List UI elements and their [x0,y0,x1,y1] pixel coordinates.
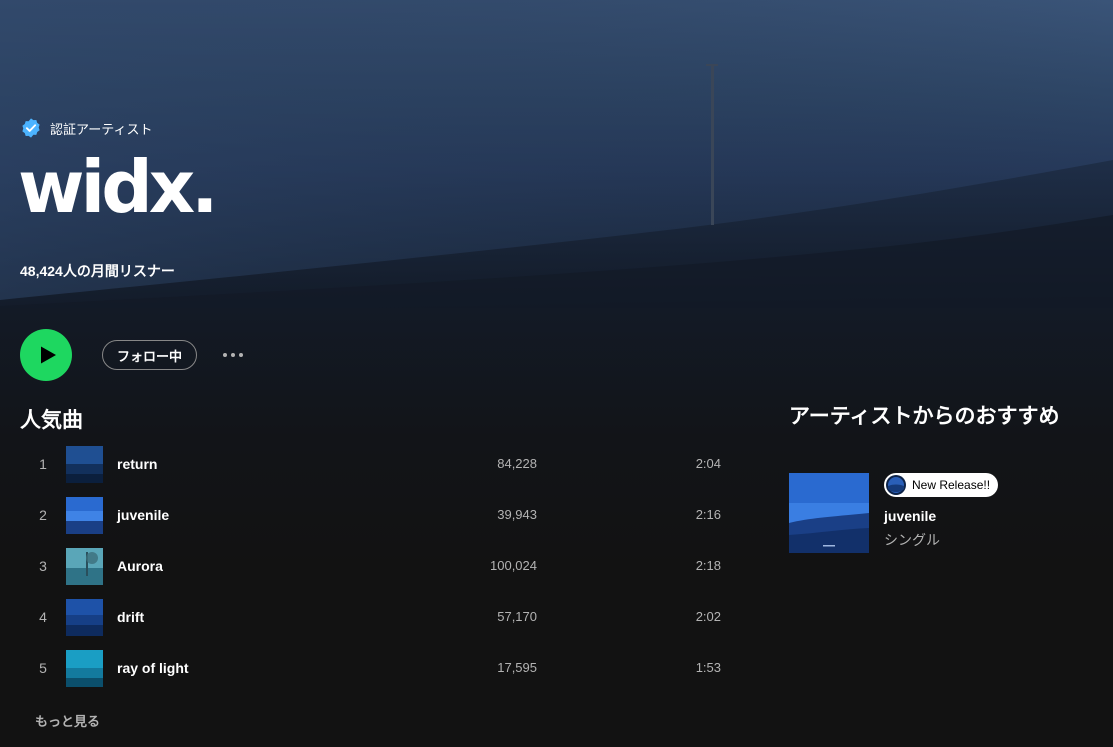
more-dot-icon [231,353,236,357]
more-options-button[interactable] [221,347,245,363]
follow-button[interactable]: フォロー中 [102,340,198,370]
play-icon [40,346,56,364]
see-more-link[interactable]: もっと見る [35,711,100,730]
artist-pick-card[interactable]: New Release!! juvenile シングル [789,473,1089,555]
new-release-badge: New Release!! [884,473,999,497]
action-bar: フォロー中 [20,329,245,381]
artist-avatar-icon [886,475,906,495]
artist-pick-type: シングル [884,532,940,548]
track-duration: 2:04 [695,456,721,471]
track-number: 3 [39,557,47,574]
track-play-count: 39,943 [497,507,537,522]
track-title[interactable]: juvenile [117,507,169,523]
track-title[interactable]: return [117,456,157,472]
track-cover [66,446,103,483]
monthly-listeners: 48,424人の月間リスナー [20,263,175,279]
track-play-count: 17,595 [497,660,537,675]
track-play-count: 100,024 [490,558,537,573]
track-play-count: 84,228 [497,456,537,471]
track-duration: 2:18 [695,558,721,573]
track-number: 2 [39,506,47,523]
more-dot-icon [223,353,228,357]
popular-tracks-list: 1 return 84,228 2:04 2 juvenile 39,943 2… [20,438,740,693]
artist-pick-cover [789,473,869,553]
track-duration: 2:16 [695,507,721,522]
artist-pick-title: アーティストからのおすすめ [789,405,1060,428]
track-number: 5 [39,659,47,676]
track-row[interactable]: 3 Aurora 100,024 2:18 [20,540,740,591]
track-play-count: 57,170 [497,609,537,624]
track-cover [66,650,103,687]
play-button[interactable] [20,329,72,381]
artist-pick-name[interactable]: juvenile [884,508,936,524]
track-title[interactable]: Aurora [117,558,163,574]
track-duration: 2:02 [695,609,721,624]
track-row[interactable]: 1 return 84,228 2:04 [20,438,740,489]
new-release-label: New Release!! [912,478,991,492]
artist-name: widx. [18,145,219,229]
track-row[interactable]: 4 drift 57,170 2:02 [20,591,740,642]
popular-tracks-title: 人気曲 [20,409,83,432]
track-title[interactable]: ray of light [117,660,189,676]
track-cover [66,599,103,636]
track-number: 4 [39,608,47,625]
track-cover [66,548,103,585]
track-row[interactable]: 5 ray of light 17,595 1:53 [20,642,740,693]
track-cover [66,497,103,534]
track-title[interactable]: drift [117,609,144,625]
artist-header: 認証アーティスト widx. 48,424人の月間リスナー [0,0,1113,308]
more-dot-icon [239,353,244,357]
track-row[interactable]: 2 juvenile 39,943 2:16 [20,489,740,540]
artist-content: フォロー中 人気曲 1 return 84,228 2:04 2 juvenil… [0,308,1113,747]
track-number: 1 [39,455,47,472]
track-duration: 1:53 [695,660,721,675]
